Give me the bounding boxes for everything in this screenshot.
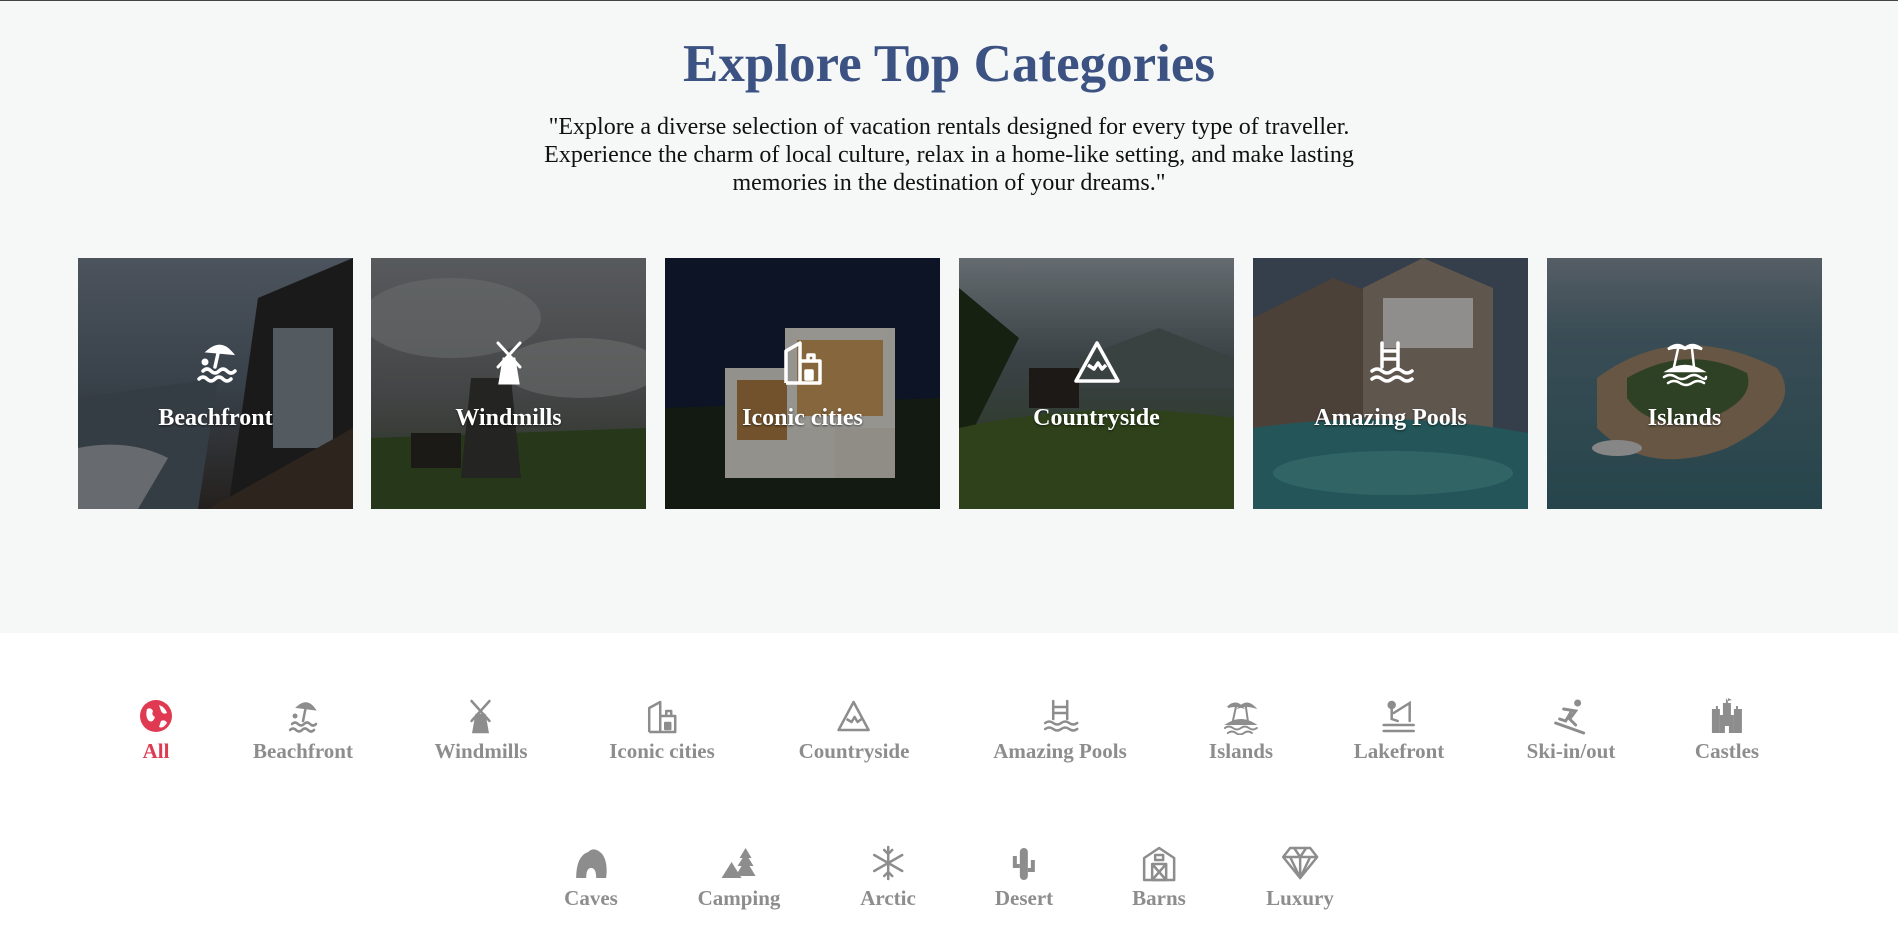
card-label: Windmills [455,405,562,431]
section-title: Explore Top Categories [683,35,1215,93]
camping-icon [721,848,756,878]
beach-umbrella-icon [288,702,318,733]
filter-label: Barns [1132,886,1186,910]
filter-luxury[interactable]: Luxury [1266,844,1334,910]
category-card-beachfront[interactable]: Beachfront [78,258,353,509]
mountain-icon [959,337,1234,387]
filter-lakefront[interactable]: Lakefront [1353,697,1445,763]
filter-islands[interactable]: Islands [1209,697,1273,763]
filter-label: Iconic cities [609,739,715,763]
filter-label: Countryside [798,739,910,763]
island-icon [1547,337,1822,387]
filter-castles[interactable]: Castles [1695,697,1759,763]
section-description: "Explore a diverse selection of vacation… [544,114,1354,196]
windmill-icon [470,699,492,734]
castle-icon [1711,698,1742,733]
filter-label: Castles [1694,739,1760,763]
card-label: Amazing Pools [1314,405,1467,431]
filter-label: Arctic [860,886,916,910]
card-label: Iconic cities [742,405,863,431]
category-card-countryside[interactable]: Countryside [959,258,1234,509]
category-cards: Beachfront Windmills Iconic cities Count… [78,258,1822,509]
filter-label: All [142,739,170,763]
cactus-icon [1012,848,1035,880]
filter-countryside[interactable]: Countryside [798,697,910,763]
skier-icon [1554,699,1586,735]
pool-icon [1253,337,1528,387]
filter-camping[interactable]: Camping [697,844,781,910]
windmill-icon [371,337,646,387]
filter-arctic[interactable]: Arctic [860,844,916,910]
city-building-icon [665,337,940,387]
filter-iconic-cities[interactable]: Iconic cities [609,697,715,763]
filter-label: Ski-in/out [1526,739,1616,763]
category-card-windmills[interactable]: Windmills [371,258,646,509]
diamond-icon [1281,846,1319,880]
card-label: Islands [1647,405,1722,431]
beach-umbrella-icon [78,337,353,387]
filter-amazing-pools[interactable]: Amazing Pools [993,697,1127,763]
filter-label: Amazing Pools [993,739,1127,763]
filter-all[interactable]: All [137,697,175,763]
island-icon [1224,702,1258,735]
mountain-icon [837,700,871,732]
filter-windmills[interactable]: Windmills [434,697,528,763]
card-label: Countryside [1033,405,1160,431]
filter-desert[interactable]: Desert [995,844,1053,910]
globe-icon [140,700,172,732]
filter-label: Desert [994,886,1054,910]
fishing-icon [1382,700,1416,733]
filter-label: Lakefront [1353,739,1445,763]
filter-caves[interactable]: Caves [564,844,618,910]
hero-section: Explore Top Categories "Explore a divers… [0,1,1898,633]
barn-icon [1142,846,1176,882]
filter-label: Luxury [1266,886,1334,910]
filter-ski-in-out[interactable]: Ski-in/out [1526,697,1616,763]
city-building-icon [647,700,677,734]
filter-label: Beachfront [253,739,353,763]
category-card-islands[interactable]: Islands [1547,258,1822,509]
card-label: Beachfront [158,405,273,431]
category-filter-row-2: Caves Camping Arctic Desert Barns Luxury [0,844,1898,934]
pool-icon [1043,699,1079,732]
cave-icon [575,849,607,878]
category-filter-row-1: All Beachfront Windmills Iconic cities C… [0,697,1898,787]
filter-label: Caves [564,886,618,910]
filter-beachfront[interactable]: Beachfront [253,697,353,763]
category-card-amazing-pools[interactable]: Amazing Pools [1253,258,1528,509]
snowflake-icon [872,845,904,881]
category-card-iconic-cities[interactable]: Iconic cities [665,258,940,509]
filter-label: Islands [1208,739,1274,763]
filter-barns[interactable]: Barns [1132,844,1186,910]
filter-label: Windmills [434,739,528,763]
filter-label: Camping [697,886,781,910]
